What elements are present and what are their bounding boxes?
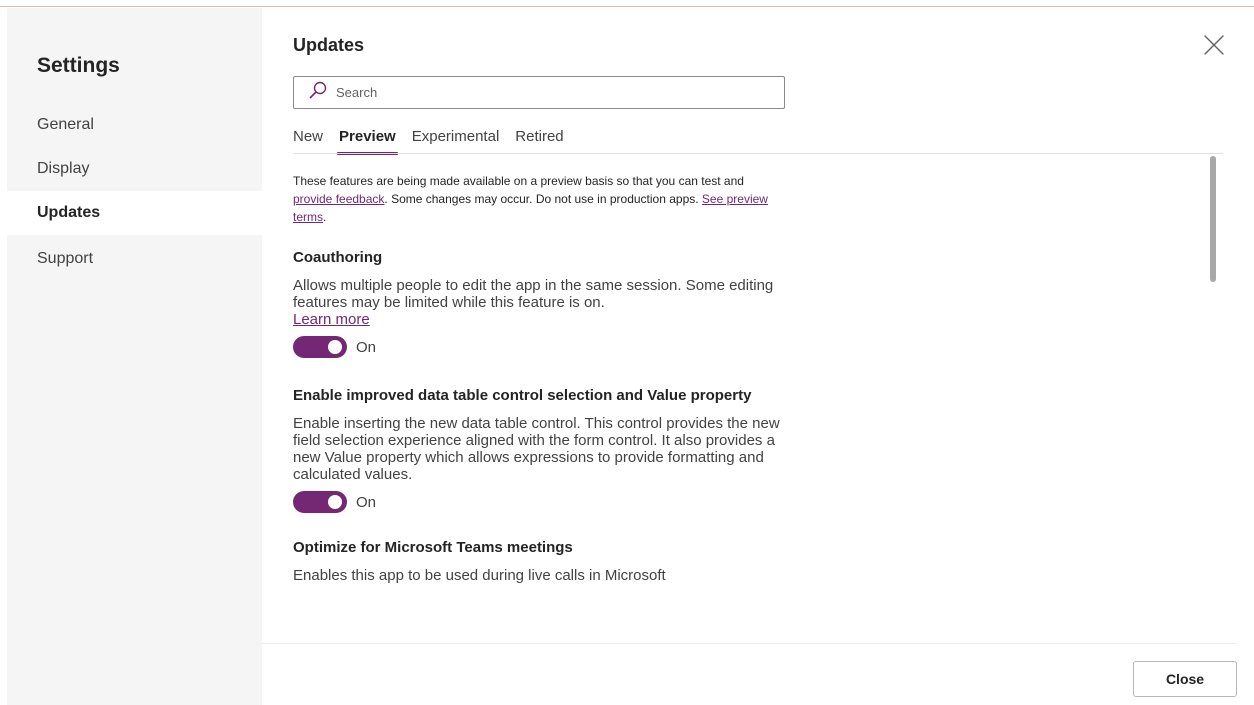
features-list: These features are being made available … [293,158,1193,626]
tab-experimental[interactable]: Experimental [412,126,500,156]
feature-description-text: Allows multiple people to edit the app i… [293,277,774,311]
intro-text: . [323,210,327,224]
search-box[interactable] [293,76,785,109]
intro-text: . Some changes may occur. Do not use in … [384,192,702,206]
tabs-divider [293,153,1223,154]
search-input[interactable] [336,85,776,100]
sidebar-item-general[interactable]: General [7,103,262,147]
footer-divider [262,643,1237,644]
page-title: Updates [293,35,365,55]
preview-intro: These features are being made available … [293,172,783,226]
top-border [0,6,1254,7]
tab-new[interactable]: New [293,126,323,156]
tab-preview[interactable]: Preview [337,126,398,156]
sidebar-title: Settings [37,54,120,77]
sidebar-item-display[interactable]: Display [7,147,262,191]
feature-description: Allows multiple people to edit the app i… [293,277,783,328]
data-table-toggle[interactable] [293,491,347,513]
toggle-row: On [293,491,783,513]
feature-title: Coauthoring [293,249,383,266]
sidebar-item-label: Updates [37,204,101,221]
sidebar-item-label: General [37,116,94,133]
toggle-row: On [293,336,783,358]
coauthoring-toggle[interactable] [293,336,347,358]
scrollbar[interactable] [1208,156,1216,628]
scrollbar-thumb[interactable] [1210,156,1216,282]
sidebar-item-label: Display [37,160,90,177]
feature-coauthoring: Coauthoring Allows multiple people to ed… [293,247,783,358]
sidebar-item-updates[interactable]: Updates [7,191,262,235]
learn-more-link[interactable]: Learn more [293,311,370,328]
toggle-knob [328,340,342,354]
search-icon [308,80,328,105]
feature-teams-meetings: Optimize for Microsoft Teams meetings En… [293,537,783,584]
provide-feedback-link[interactable]: provide feedback [293,192,384,206]
toggle-knob [328,495,342,509]
feature-description: Enable inserting the new data table cont… [293,415,780,483]
feature-data-table: Enable improved data table control selec… [293,385,783,513]
updates-panel: Updates New Preview Experimental Retired… [262,8,1254,705]
close-button[interactable]: Close [1133,661,1237,697]
sidebar-item-support[interactable]: Support [7,237,262,281]
sidebar-item-label: Support [37,250,94,267]
tab-retired[interactable]: Retired [515,126,563,156]
intro-text: These features are being made available … [293,174,744,188]
feature-title: Optimize for Microsoft Teams meetings [293,539,573,556]
feature-title: Enable improved data table control selec… [293,387,752,404]
updates-tabs: New Preview Experimental Retired [293,126,580,156]
toggle-label: On [356,493,377,511]
feature-description: Enables this app to be used during live … [293,567,666,584]
close-icon[interactable] [1202,33,1226,57]
settings-sidebar: Settings General Display Updates Support [7,8,262,705]
toggle-label: On [356,338,377,356]
